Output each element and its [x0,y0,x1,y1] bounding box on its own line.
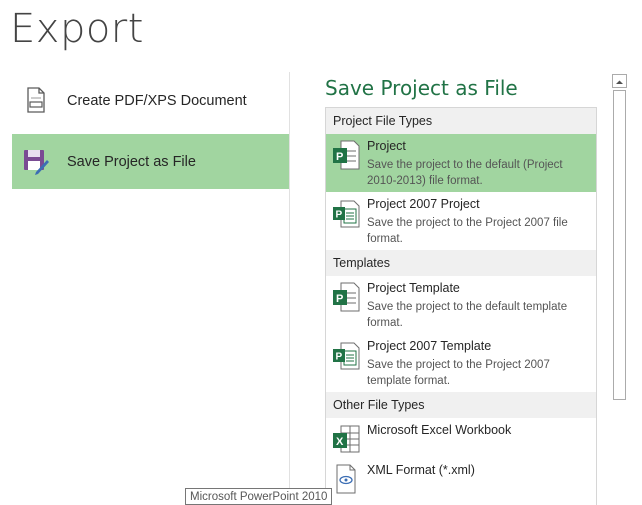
file-type-description: Save the project to the Project 2007 fil… [367,217,568,245]
file-type-title: Project 2007 Project [367,197,480,211]
nav-item-save-project-as-file[interactable]: Save Project as File [12,134,289,189]
project-2007-template-icon: P [331,339,361,371]
pane-divider [289,72,290,504]
group-header-other-file-types: Other File Types [326,392,596,418]
chevron-up-icon [616,80,623,84]
project-template-icon: P [331,281,361,313]
scroll-up-button[interactable] [612,74,627,88]
file-type-title: Project 2007 Template [367,339,492,353]
scrollbar-thumb[interactable] [613,90,626,400]
file-type-title: Microsoft Excel Workbook [367,423,512,437]
save-project-icon [20,146,50,176]
svg-text:P: P [336,151,343,163]
svg-text:P: P [336,210,343,221]
file-type-project-2007-template[interactable]: P Project 2007 Template Save the project… [326,334,596,392]
file-type-list: Project File Types P Project Save the pr… [325,107,597,505]
nav-item-label: Create PDF/XPS Document [67,92,247,109]
svg-text:X: X [336,436,344,448]
file-type-title: Project Template [367,281,460,295]
project-2007-icon: P [331,197,361,229]
xml-file-icon [331,463,361,495]
file-type-project[interactable]: P Project Save the project to the defaul… [326,134,596,192]
section-heading: Save Project as File [325,76,518,100]
group-header-project-file-types: Project File Types [326,108,596,134]
svg-text:P: P [336,352,343,363]
nav-item-create-pdf-xps[interactable]: Create PDF/XPS Document [12,73,289,128]
file-type-description: Save the project to the default template… [367,301,568,329]
excel-workbook-icon: X [331,423,361,455]
pdf-document-icon [20,85,50,115]
page-title: Export [10,6,144,52]
group-header-templates: Templates [326,250,596,276]
file-type-project-2007[interactable]: P Project 2007 Project Save the project … [326,192,596,250]
nav-item-label: Save Project as File [67,153,196,170]
file-type-description: Save the project to the Project 2007 tem… [367,359,550,387]
file-type-project-template[interactable]: P Project Template Save the project to t… [326,276,596,334]
file-type-xml-format[interactable]: XML Format (*.xml) [326,458,596,505]
project-file-icon: P [331,139,361,171]
file-type-description: Save the project to the default (Project… [367,159,563,187]
svg-text:P: P [336,293,343,305]
tooltip: Microsoft PowerPoint 2010 [185,488,333,505]
export-nav: Create PDF/XPS Document Save Project as … [12,72,289,504]
file-type-excel-workbook[interactable]: X Microsoft Excel Workbook [326,418,596,458]
file-type-title: XML Format (*.xml) [367,463,475,477]
file-type-title: Project [367,139,406,153]
